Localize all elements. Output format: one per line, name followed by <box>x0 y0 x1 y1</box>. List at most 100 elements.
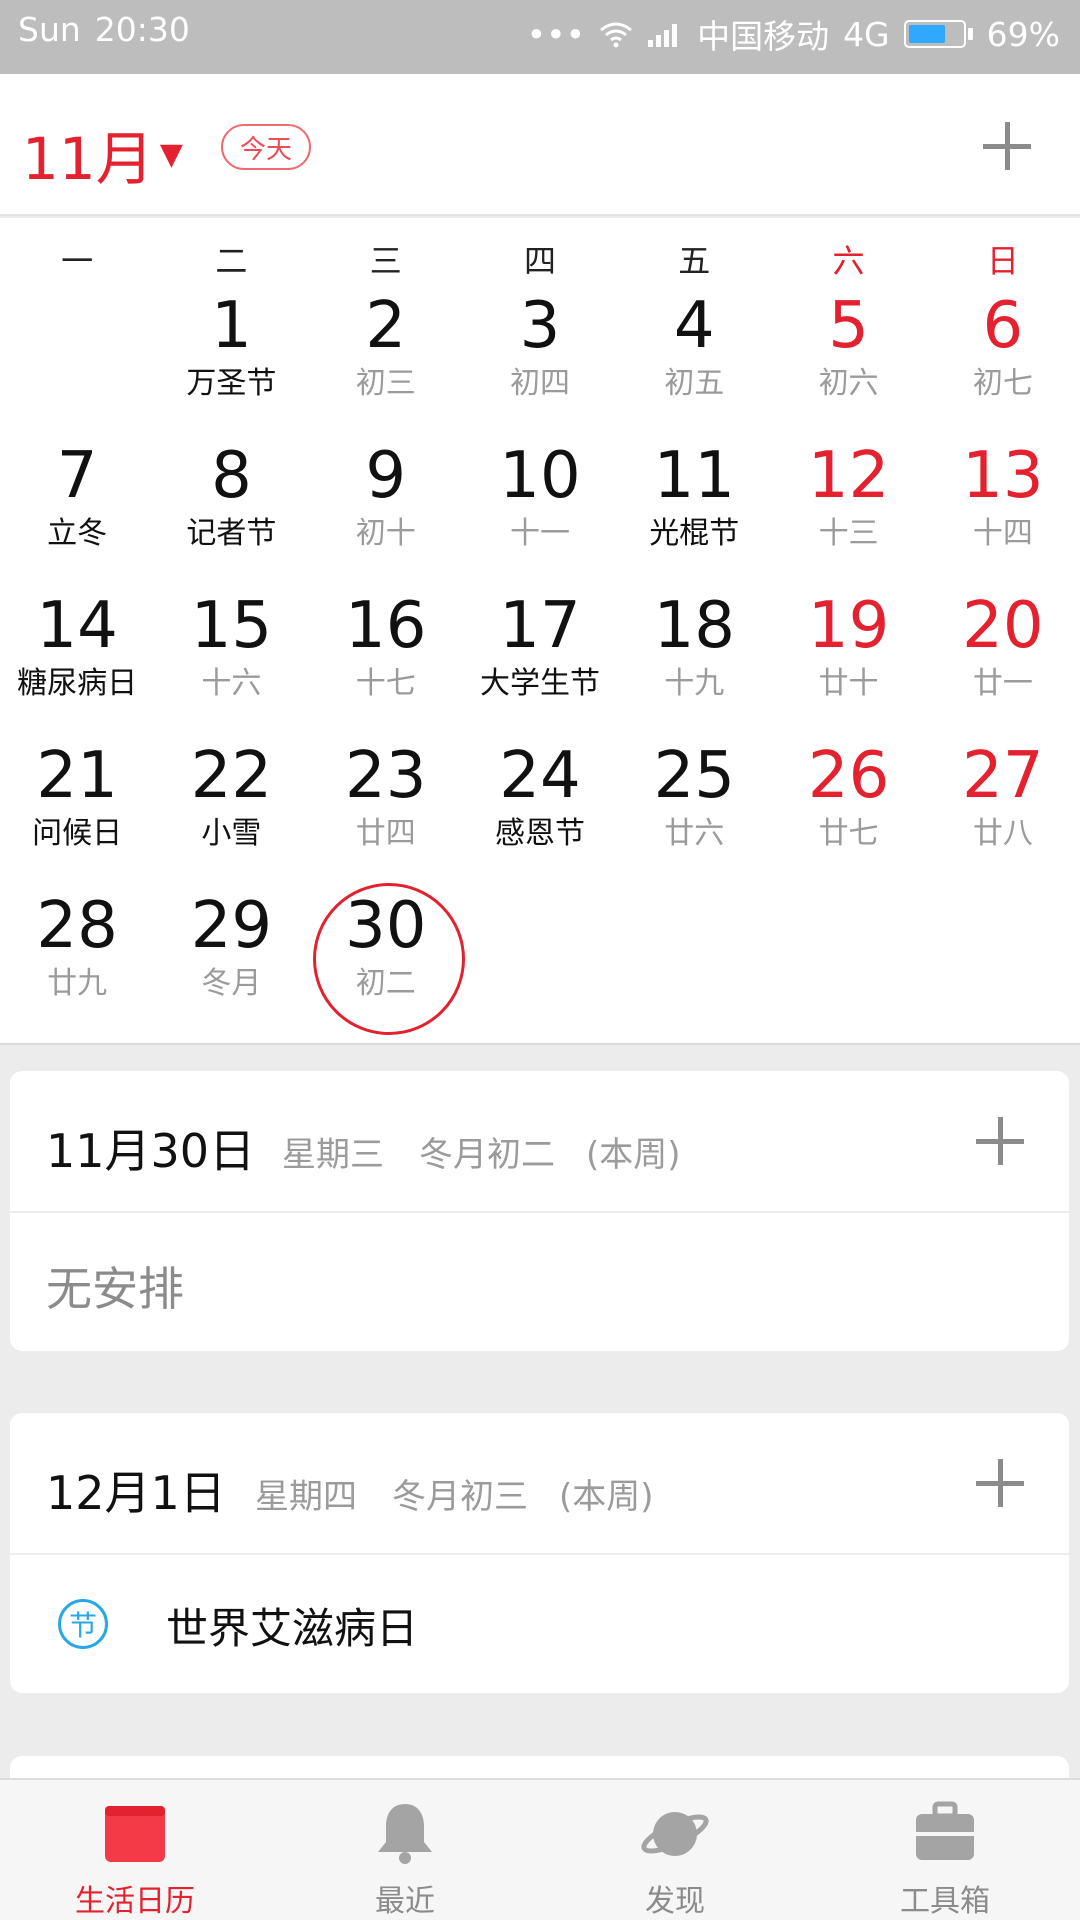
nav-label: 工具箱 <box>900 1884 990 1919</box>
nav-calendar[interactable]: 生活日历 <box>0 1780 270 1920</box>
weekday-fri: 五 <box>678 242 711 280</box>
day-number: 26 <box>807 739 890 813</box>
calendar-day[interactable]: 9 初十 <box>309 438 463 588</box>
day-number: 12 <box>807 439 890 513</box>
calendar-day[interactable]: 23 廿四 <box>309 738 463 888</box>
card-lunar: 冬月初二 <box>419 1135 555 1175</box>
day-subtitle: 初七 <box>972 366 1033 401</box>
nav-recent[interactable]: 最近 <box>270 1780 540 1920</box>
calendar-day[interactable]: 13 十四 <box>926 438 1080 588</box>
day-subtitle: 光棍节 <box>649 516 740 551</box>
calendar-day[interactable]: 8 记者节 <box>154 438 308 588</box>
calendar-day[interactable]: 4 初五 <box>617 288 771 438</box>
calendar-day[interactable]: 28 廿九 <box>0 888 154 1038</box>
calendar-day[interactable]: 2 初三 <box>309 288 463 438</box>
day-number: 17 <box>499 589 581 663</box>
calendar-day[interactable]: 3 初四 <box>463 288 617 438</box>
event-row[interactable]: 节 世界艾滋病日 <box>10 1555 1069 1693</box>
day-number: 8 <box>211 439 252 513</box>
day-number: 9 <box>365 439 407 513</box>
day-number: 5 <box>828 289 869 363</box>
day-subtitle: 问候日 <box>32 816 123 851</box>
wifi-icon <box>600 22 632 48</box>
day-number: 16 <box>344 589 427 663</box>
day-number: 1 <box>211 289 252 363</box>
calendar-day[interactable]: 12 十三 <box>771 438 925 588</box>
day-subtitle: 廿六 <box>664 816 725 851</box>
status-right: ••• 中国移动 4G 69% <box>527 10 1060 58</box>
day-subtitle: 初四 <box>509 366 570 401</box>
day-number: 2 <box>365 289 407 363</box>
nav-label: 发现 <box>645 1884 705 1919</box>
day-number: 6 <box>982 289 1024 363</box>
day-subtitle: 初六 <box>818 366 879 401</box>
add-event-button[interactable] <box>977 116 1037 176</box>
card-date: 12月1日 <box>46 1466 226 1520</box>
card-header: 11月30日 星期三 冬月初二 (本周) <box>10 1071 1069 1213</box>
network-type: 4G <box>843 14 890 54</box>
battery-icon <box>903 20 973 48</box>
calendar-day[interactable]: 27 廿八 <box>926 738 1080 888</box>
empty-schedule-text: 无安排 <box>46 1262 184 1316</box>
add-event-button[interactable] <box>970 1111 1030 1171</box>
day-subtitle: 廿四 <box>355 816 416 851</box>
calendar-day[interactable]: 5 初六 <box>771 288 925 438</box>
month-label: 11月 <box>22 125 154 193</box>
card-weekday: 星期四 <box>255 1477 357 1517</box>
status-bar: Sun 20:30 ••• 中国移动 4G 69% <box>0 0 1080 74</box>
day-number: 13 <box>962 439 1044 513</box>
card-lunar: 冬月初三 <box>392 1477 528 1517</box>
add-event-button[interactable] <box>970 1453 1030 1513</box>
nav-discover[interactable]: 发现 <box>540 1780 810 1920</box>
calendar-day[interactable]: 25 廿六 <box>617 738 771 888</box>
calendar-day[interactable]: 21 问候日 <box>0 738 154 888</box>
day-grid: 1 万圣节 2 初三 3 初四 4 初五 5 初六 6 初七 7 立冬 8 记者节 9 初十 10 十一 11 光棍节 12… <box>0 288 1080 1038</box>
day-number: 25 <box>653 739 735 813</box>
day-subtitle: 十七 <box>355 666 416 701</box>
planet-icon <box>641 1812 709 1856</box>
calendar-day[interactable]: 11 光棍节 <box>617 438 771 588</box>
day-subtitle: 十四 <box>972 516 1033 551</box>
calendar-day[interactable]: 20 廿一 <box>926 588 1080 738</box>
calendar-day[interactable]: 1 万圣节 <box>154 288 308 438</box>
calendar-day[interactable]: 26 廿七 <box>771 738 925 888</box>
weekday-tue: 二 <box>215 242 248 280</box>
calendar-day[interactable]: 29 冬月 <box>154 888 308 1038</box>
calendar-day[interactable]: 7 立冬 <box>0 438 154 588</box>
calendar-day[interactable]: 18 十九 <box>617 588 771 738</box>
calendar-day[interactable]: 14 糖尿病日 <box>0 588 154 738</box>
status-time: 20:30 <box>94 10 190 49</box>
day-number: 3 <box>519 289 561 363</box>
card-weekday: 星期三 <box>282 1135 384 1175</box>
bottom-navigation: 生活日历 最近 发现 工具箱 <box>0 1778 1080 1920</box>
nav-toolbox[interactable]: 工具箱 <box>810 1780 1080 1920</box>
calendar-day[interactable]: 15 十六 <box>154 588 308 738</box>
calendar-day[interactable]: 30 初二 <box>309 883 465 1038</box>
day-subtitle: 十九 <box>664 666 725 701</box>
empty-day-cell <box>0 288 154 438</box>
today-button[interactable]: 今天 <box>221 124 311 170</box>
day-subtitle: 感恩节 <box>494 816 585 851</box>
weekday-sat: 六 <box>832 242 865 280</box>
calendar-day[interactable]: 22 小雪 <box>154 738 308 888</box>
calendar-day[interactable]: 16 十七 <box>309 588 463 738</box>
calendar-day[interactable]: 17 大学生节 <box>463 588 617 738</box>
day-subtitle: 十一 <box>509 516 570 551</box>
more-dots-icon: ••• <box>526 14 586 54</box>
month-calendar: 一 二 三 四 五 六 日 1 万圣节 2 初三 3 初四 4 初五 5 初六 6 初七 7 立冬 8 记者节… <box>0 218 1080 1045</box>
weekday-header: 一 二 三 四 五 六 日 <box>0 236 1080 280</box>
day-number: 14 <box>36 589 118 663</box>
nav-label: 生活日历 <box>75 1884 195 1919</box>
calendar-day[interactable]: 19 廿十 <box>771 588 925 738</box>
month-selector[interactable]: 11月 ▼ <box>22 112 183 196</box>
day-number: 7 <box>56 439 98 513</box>
day-subtitle: 廿十 <box>818 666 879 701</box>
calendar-day[interactable]: 6 初七 <box>926 288 1080 438</box>
day-subtitle: 初二 <box>355 966 416 1001</box>
day-subtitle: 廿七 <box>818 816 879 851</box>
empty-day-cell <box>771 888 925 1038</box>
day-subtitle: 记者节 <box>186 516 277 551</box>
calendar-day[interactable]: 24 感恩节 <box>463 738 617 888</box>
day-subtitle: 廿九 <box>47 966 108 1001</box>
calendar-day[interactable]: 10 十一 <box>463 438 617 588</box>
